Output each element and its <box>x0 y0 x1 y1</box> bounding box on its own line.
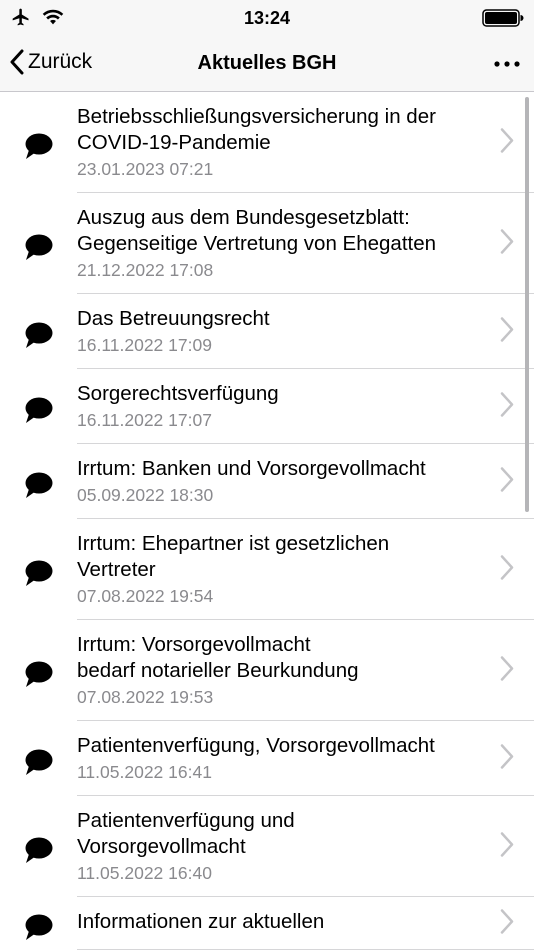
news-list: Betriebsschließungsversicherung in der C… <box>0 92 534 950</box>
list-item-content: Informationen zur aktuellen <box>77 897 534 950</box>
list-item[interactable]: Sorgerechtsverfügung 16.11.2022 17:07 <box>0 369 534 444</box>
list-item-content: Sorgerechtsverfügung 16.11.2022 17:07 <box>77 369 534 444</box>
chevron-right-icon <box>500 554 514 585</box>
list-item-title: Betriebsschließungsversicherung in der C… <box>77 105 436 154</box>
list-item-title: Informationen zur aktuellen <box>77 910 325 933</box>
list-item-title: Patientenverfügung und Vorsorgevollmacht <box>77 809 295 858</box>
list-item-content: Irrtum: Banken und Vorsorgevollmacht 05.… <box>77 444 534 519</box>
battery-icon <box>482 9 524 32</box>
list-item-date: 07.08.2022 19:54 <box>77 586 214 606</box>
list-item[interactable]: Patientenverfügung und Vorsorgevollmacht… <box>0 796 534 897</box>
ellipsis-icon <box>494 61 520 67</box>
speech-bubble-icon <box>24 835 54 870</box>
speech-bubble-icon <box>24 558 54 593</box>
list-item[interactable]: Irrtum: Ehepartner ist gesetzlichen Vert… <box>0 519 534 620</box>
list-item-date: 11.05.2022 16:40 <box>77 863 212 883</box>
list-item[interactable]: Informationen zur aktuellen <box>0 897 534 950</box>
chevron-right-icon <box>500 655 514 686</box>
navigation-bar: Zurück Aktuelles BGH <box>0 36 534 92</box>
chevron-right-icon <box>500 228 514 259</box>
chevron-right-icon <box>500 127 514 158</box>
chevron-right-icon <box>500 316 514 347</box>
speech-bubble-icon <box>24 232 54 267</box>
chevron-right-icon <box>500 743 514 774</box>
scroll-indicator[interactable] <box>525 97 529 512</box>
more-options-button[interactable] <box>494 53 520 80</box>
list-item-title: Irrtum: Vorsorgevollmacht bedarf notarie… <box>77 633 359 682</box>
list-item-title: Das Betreuungsrecht <box>77 307 270 330</box>
speech-bubble-icon <box>24 131 54 166</box>
list-item-date: 16.11.2022 17:09 <box>77 335 212 355</box>
list-item-content: Irrtum: Vorsorgevollmacht bedarf notarie… <box>77 620 534 721</box>
page-title: Aktuelles BGH <box>197 52 337 74</box>
list-item-date: 05.09.2022 18:30 <box>77 485 214 505</box>
list-item-title: Sorgerechtsverfügung <box>77 382 279 405</box>
chevron-right-icon <box>500 391 514 422</box>
speech-bubble-icon <box>24 395 54 430</box>
status-time: 13:24 <box>243 8 291 28</box>
list-item-date: 21.12.2022 17:08 <box>77 260 214 280</box>
list-item-title: Irrtum: Ehepartner ist gesetzlichen Vert… <box>77 532 390 581</box>
list-item-date: 16.11.2022 17:07 <box>77 410 212 430</box>
list-item-date: 07.08.2022 19:53 <box>77 687 214 707</box>
list-item[interactable]: Irrtum: Banken und Vorsorgevollmacht 05.… <box>0 444 534 519</box>
list-item-date: 23.01.2023 07:21 <box>77 159 214 179</box>
speech-bubble-icon <box>24 659 54 694</box>
list-item-title: Patientenverfügung, Vorsorgevollmacht <box>77 734 435 757</box>
list-item-date: 11.05.2022 16:41 <box>77 762 212 782</box>
list-item[interactable]: Irrtum: Vorsorgevollmacht bedarf notarie… <box>0 620 534 721</box>
speech-bubble-icon <box>24 470 54 505</box>
speech-bubble-icon <box>24 320 54 355</box>
list-item-content: Betriebsschließungsversicherung in der C… <box>77 92 534 193</box>
speech-bubble-icon <box>24 912 54 947</box>
list-item-title: Irrtum: Banken und Vorsorgevollmacht <box>77 457 426 480</box>
status-bar: 13:24 <box>0 0 534 36</box>
list-item-content: Irrtum: Ehepartner ist gesetzlichen Vert… <box>77 519 534 620</box>
list-item-content: Patientenverfügung, Vorsorgevollmacht 11… <box>77 721 534 796</box>
list-item[interactable]: Patientenverfügung, Vorsorgevollmacht 11… <box>0 721 534 796</box>
speech-bubble-icon <box>24 747 54 782</box>
list-item[interactable]: Auszug aus dem Bundesgesetzblatt: Gegens… <box>0 193 534 294</box>
list-item-content: Auszug aus dem Bundesgesetzblatt: Gegens… <box>77 193 534 294</box>
list-item-content: Patientenverfügung und Vorsorgevollmacht… <box>77 796 534 897</box>
list-item-content: Das Betreuungsrecht 16.11.2022 17:09 <box>77 294 534 369</box>
list-item[interactable]: Betriebsschließungsversicherung in der C… <box>0 92 534 193</box>
chevron-right-icon <box>500 466 514 497</box>
chevron-right-icon <box>500 831 514 862</box>
chevron-right-icon <box>500 908 514 939</box>
list-item-title: Auszug aus dem Bundesgesetzblatt: Gegens… <box>77 206 437 255</box>
list-item[interactable]: Das Betreuungsrecht 16.11.2022 17:09 <box>0 294 534 369</box>
